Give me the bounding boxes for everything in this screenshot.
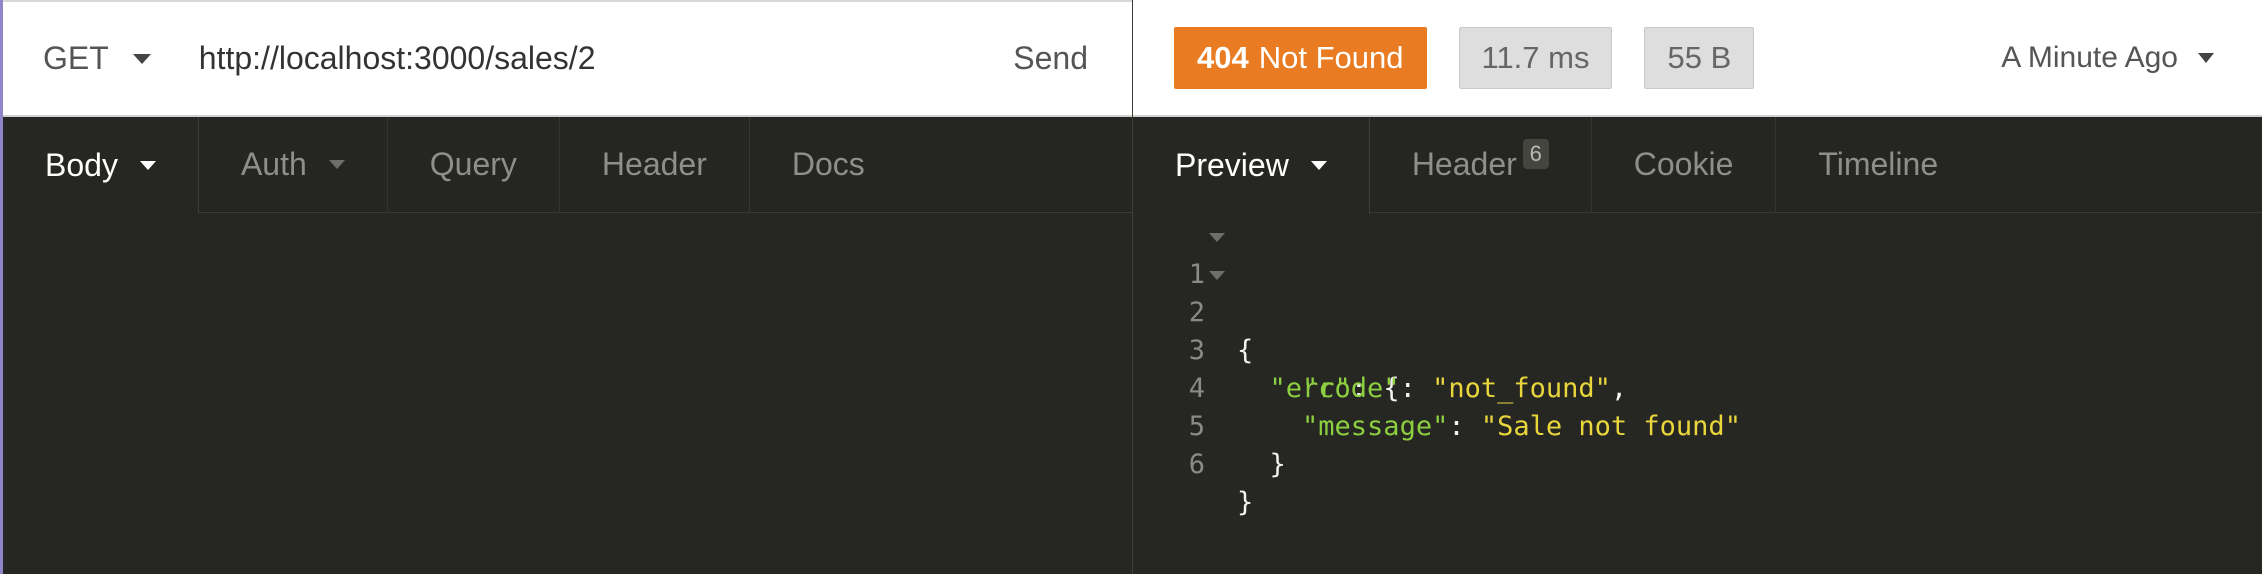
tab-query[interactable]: Query xyxy=(388,117,560,212)
response-tabs: Preview Header 6 Cookie Timeline xyxy=(1133,117,2262,214)
tab-preview-label: Preview xyxy=(1175,146,1289,183)
json-brace: } xyxy=(1269,449,1286,480)
json-brace: } xyxy=(1237,487,1254,518)
response-pane: 404 Not Found 11.7 ms 55 B A Minute Ago … xyxy=(1133,0,2262,574)
code-line: 2 "err": { xyxy=(1133,256,2262,404)
chevron-down-icon xyxy=(132,53,151,64)
tab-preview[interactable]: Preview xyxy=(1133,117,1370,214)
header-count-badge: 6 xyxy=(1522,138,1549,169)
url-bar: GET Send xyxy=(3,0,1132,117)
tab-cookie[interactable]: Cookie xyxy=(1592,117,1777,212)
tab-body[interactable]: Body xyxy=(3,117,199,214)
code-line: 5 } xyxy=(1133,370,2262,480)
status-badge: 404 Not Found xyxy=(1174,26,1427,89)
tab-body-label: Body xyxy=(45,146,118,183)
chevron-down-icon xyxy=(139,160,156,170)
tab-header-label: Header xyxy=(601,146,707,182)
tab-response-header-label: Header xyxy=(1411,146,1517,182)
request-body-area[interactable] xyxy=(3,213,1132,574)
fold-arrow-icon[interactable] xyxy=(1209,271,1225,280)
chevron-down-icon xyxy=(2198,52,2214,63)
history-label: A Minute Ago xyxy=(2001,40,2178,74)
code-line: 6 } xyxy=(1133,408,2262,518)
tab-query-label: Query xyxy=(429,146,517,182)
tab-header[interactable]: Header xyxy=(560,117,750,212)
chevron-down-icon xyxy=(1310,160,1327,170)
response-status-bar: 404 Not Found 11.7 ms 55 B A Minute Ago xyxy=(1133,0,2262,117)
tab-cookie-label: Cookie xyxy=(1633,146,1734,182)
response-json-viewer[interactable]: 1 { 2 "err": { 3 "code": "not_found", 4 … xyxy=(1133,218,2262,518)
insomnia-app: GET Send Body Auth Query Header Docs xyxy=(0,0,2262,574)
tab-response-header[interactable]: Header 6 xyxy=(1370,117,1592,212)
tab-docs-label: Docs xyxy=(791,146,865,182)
history-dropdown[interactable]: A Minute Ago xyxy=(2001,41,2214,75)
line-number: 6 xyxy=(1188,449,1205,480)
tab-timeline[interactable]: Timeline xyxy=(1776,117,1980,212)
status-code: 404 xyxy=(1197,39,1249,75)
url-input[interactable] xyxy=(198,28,984,89)
send-button[interactable]: Send xyxy=(983,2,1132,115)
response-time-badge: 11.7 ms xyxy=(1458,26,1613,89)
request-tabs: Body Auth Query Header Docs xyxy=(3,117,1132,214)
chevron-down-icon xyxy=(328,160,345,169)
method-dropdown[interactable]: GET xyxy=(3,2,151,115)
code-line: 3 "code": "not_found", xyxy=(1133,294,2262,404)
tab-timeline-label: Timeline xyxy=(1818,146,1939,182)
response-size-badge: 55 B xyxy=(1644,26,1755,89)
code-line: 4 "message": "Sale not found" xyxy=(1133,332,2262,442)
request-pane: GET Send Body Auth Query Header Docs xyxy=(0,0,1133,574)
status-text: Not Found xyxy=(1258,39,1404,75)
code-line: 1 { xyxy=(1133,218,2262,366)
tab-auth-label: Auth xyxy=(240,146,307,182)
tab-auth[interactable]: Auth xyxy=(199,117,388,212)
method-label: GET xyxy=(43,40,109,76)
fold-arrow-icon[interactable] xyxy=(1209,233,1225,242)
tab-docs[interactable]: Docs xyxy=(750,117,907,212)
